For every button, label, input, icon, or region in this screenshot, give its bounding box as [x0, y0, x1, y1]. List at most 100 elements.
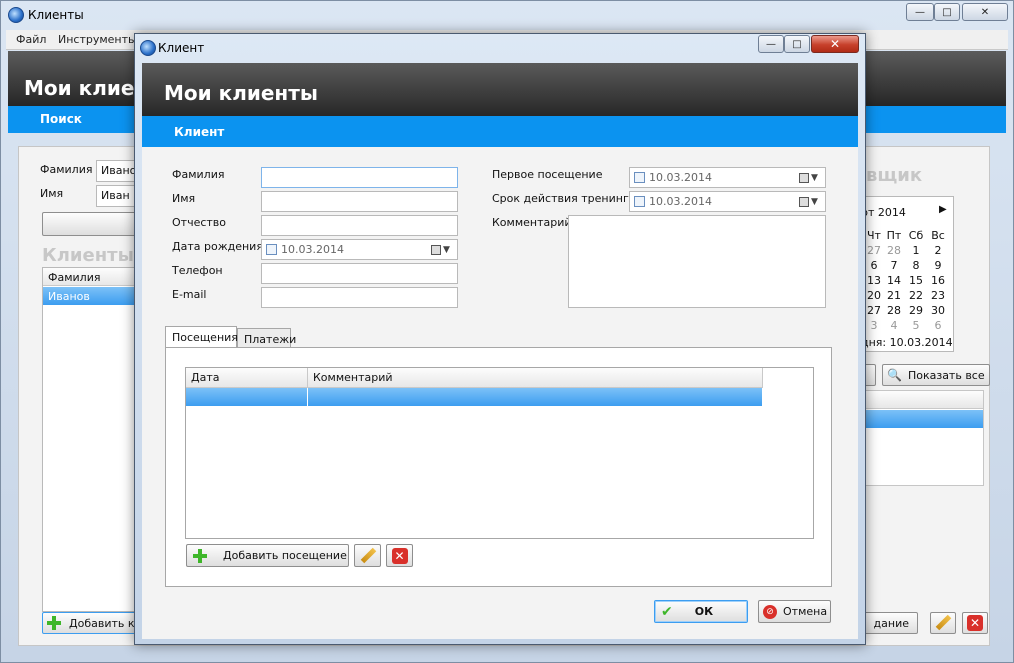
- calendar-day[interactable]: 5: [905, 319, 927, 332]
- weekday: Вс: [931, 229, 945, 242]
- delete-icon: ✕: [391, 547, 408, 564]
- close-icon[interactable]: ✕: [962, 3, 1008, 21]
- calendar-week: 3456: [853, 319, 953, 334]
- surname-input[interactable]: [261, 167, 458, 188]
- calendar-day[interactable]: 3: [863, 319, 885, 332]
- search-name-label: Имя: [40, 187, 64, 200]
- app-icon: [8, 7, 24, 23]
- first-visit-value: 10.03.2014: [649, 171, 712, 184]
- calendar-week: 27 28 1 2: [853, 244, 953, 259]
- clients-section-title: Клиенты: [42, 245, 134, 266]
- email-input[interactable]: [261, 287, 458, 308]
- calendar-day[interactable]: 14: [883, 274, 905, 287]
- checkbox-icon[interactable]: [634, 196, 645, 207]
- calendar-dropdown-icon[interactable]: ▼: [799, 196, 821, 208]
- cancel-button[interactable]: ⊘ Отмена: [758, 600, 831, 623]
- comment-label: Комментарий: [492, 216, 572, 229]
- phone-input[interactable]: [261, 263, 458, 284]
- search-tab-label[interactable]: Поиск: [40, 112, 82, 126]
- delete-visit-button[interactable]: ✕: [386, 544, 413, 567]
- calendar-day[interactable]: 4: [883, 319, 905, 332]
- checkbox-icon[interactable]: [634, 172, 645, 183]
- calendar-day[interactable]: 28: [883, 244, 905, 257]
- show-all-label: Показать все: [907, 368, 985, 382]
- birthdate-value: 10.03.2014: [281, 243, 344, 256]
- calendar-dropdown-icon[interactable]: ▼: [799, 172, 821, 184]
- search-name-input[interactable]: Иван: [96, 185, 136, 207]
- dialog-title: Клиент: [158, 41, 205, 55]
- add-client-label: Добавить к: [69, 616, 135, 630]
- calendar-day[interactable]: 29: [905, 304, 927, 317]
- table-row[interactable]: [861, 410, 983, 428]
- weekday: Сб: [908, 229, 924, 242]
- calendar-day[interactable]: 2: [927, 244, 949, 257]
- table-row[interactable]: [308, 388, 763, 406]
- tab-payments[interactable]: Платежи: [237, 328, 296, 349]
- calendar-day[interactable]: 30: [927, 304, 949, 317]
- clients-table-header[interactable]: Фамилия: [43, 268, 135, 286]
- calendar-day[interactable]: 9: [927, 259, 949, 272]
- calendar-day[interactable]: 21: [883, 289, 905, 302]
- add-visit-label: Добавить посещение: [223, 549, 347, 562]
- edit-button-main[interactable]: [930, 612, 956, 634]
- weekday: Пт: [886, 229, 902, 242]
- minimize-icon[interactable]: —: [906, 3, 934, 21]
- calendar[interactable]: рт 2014 ▶ Чт Пт Сб Вс 27 28 1 2 6 7 8 9 13 14 15 16…: [852, 196, 954, 352]
- add-visit-button[interactable]: Добавить посещение: [186, 544, 349, 567]
- patronymic-label: Отчество: [172, 216, 227, 229]
- checkbox-icon[interactable]: [266, 244, 277, 255]
- add-client-button[interactable]: Добавить к: [42, 612, 136, 634]
- calendar-day[interactable]: 27: [863, 244, 885, 257]
- maximize-icon[interactable]: □: [934, 3, 960, 21]
- dialog-minimize-icon[interactable]: —: [758, 35, 784, 53]
- search-surname-input[interactable]: Иванов: [96, 160, 136, 182]
- ok-button[interactable]: ✔ ОК: [654, 600, 748, 623]
- birthdate-picker[interactable]: 10.03.2014 ▼: [261, 239, 458, 260]
- calendar-day[interactable]: 16: [927, 274, 949, 287]
- add-visit-main-label: дание: [873, 616, 909, 630]
- name-input[interactable]: [261, 191, 458, 212]
- table-row[interactable]: [186, 388, 308, 406]
- name-label: Имя: [172, 192, 196, 205]
- calendar-day[interactable]: 23: [927, 289, 949, 302]
- patronymic-input[interactable]: [261, 215, 458, 236]
- phone-label: Телефон: [172, 264, 223, 277]
- edit-visit-button[interactable]: [354, 544, 381, 567]
- calendar-today[interactable]: дня: 10.03.2014: [861, 336, 953, 349]
- first-visit-picker[interactable]: 10.03.2014 ▼: [629, 167, 826, 188]
- grid-header-comment[interactable]: Комментарий: [308, 368, 763, 388]
- menu-tools[interactable]: Инструменты: [58, 33, 137, 46]
- grid-header-date[interactable]: Дата: [186, 368, 308, 388]
- calendar-next-icon[interactable]: ▶: [939, 204, 947, 215]
- search-button[interactable]: [42, 212, 136, 236]
- calendar-day[interactable]: 20: [863, 289, 885, 302]
- dialog-maximize-icon[interactable]: □: [784, 35, 810, 53]
- calendar-day[interactable]: 6: [927, 319, 949, 332]
- search-surname-label: Фамилия: [40, 163, 93, 176]
- menu-file[interactable]: Файл: [16, 33, 46, 46]
- clients-table: [42, 267, 136, 612]
- dialog-bar-title: Клиент: [174, 125, 225, 139]
- calendar-day[interactable]: 27: [863, 304, 885, 317]
- comment-textarea[interactable]: [568, 215, 826, 308]
- calendar-month: рт 2014: [861, 206, 906, 219]
- calendar-day[interactable]: 6: [863, 259, 885, 272]
- dialog-header-title: Мои клиенты: [164, 81, 318, 105]
- calendar-day[interactable]: 7: [883, 259, 905, 272]
- delete-button-main[interactable]: ✕: [962, 612, 988, 634]
- dialog-close-icon[interactable]: ✕: [811, 35, 859, 53]
- birthdate-label: Дата рождения: [172, 240, 263, 253]
- surname-label: Фамилия: [172, 168, 225, 181]
- calendar-day[interactable]: 8: [905, 259, 927, 272]
- calendar-day[interactable]: 13: [863, 274, 885, 287]
- checkmark-icon: ✔: [661, 603, 673, 620]
- calendar-day[interactable]: 15: [905, 274, 927, 287]
- training-term-picker[interactable]: 10.03.2014 ▼: [629, 191, 826, 212]
- calendar-dropdown-icon[interactable]: ▼: [431, 244, 453, 256]
- calendar-day[interactable]: 1: [905, 244, 927, 257]
- tab-visits[interactable]: Посещения: [165, 326, 238, 349]
- calendar-day[interactable]: 28: [883, 304, 905, 317]
- show-all-button[interactable]: 🔍 Показать все: [882, 364, 990, 386]
- calendar-day[interactable]: 22: [905, 289, 927, 302]
- table-row[interactable]: Иванов: [43, 287, 135, 305]
